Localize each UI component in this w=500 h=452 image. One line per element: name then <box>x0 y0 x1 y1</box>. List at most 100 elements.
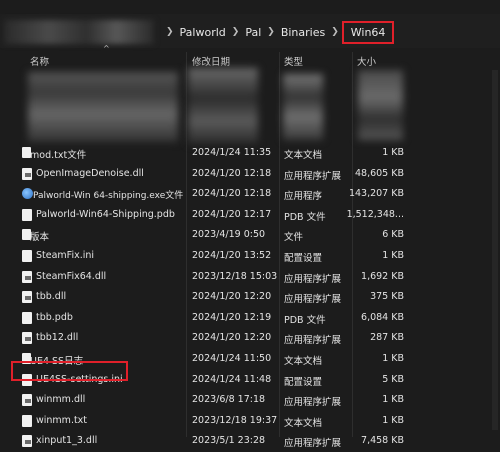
file-size: 1 KB <box>382 394 404 406</box>
dll-file-icon <box>22 394 32 407</box>
list-item-highlighted[interactable]: UE4SS-settings.ini 2024/1/24 11:48 配置设置 … <box>0 370 500 391</box>
file-date: 2024/1/24 11:48 <box>192 373 272 385</box>
breadcrumb-win64[interactable]: Win64 <box>341 20 395 44</box>
dll-file-icon <box>22 291 32 304</box>
file-name: 版本 <box>30 232 50 244</box>
text-file-icon <box>22 414 32 427</box>
file-name: UE4SS-settings.ini <box>36 373 123 385</box>
file-name: SteamFix64.dll <box>36 270 107 282</box>
chevron-right-icon: ❯ <box>331 27 339 37</box>
exe-globe-icon <box>22 188 33 200</box>
file-size: 143,207 KB <box>348 188 404 200</box>
column-header-size[interactable]: 大小 <box>357 54 376 68</box>
chevron-right-icon: ❯ <box>166 27 174 37</box>
file-type: 应用程序扩展 <box>284 397 342 409</box>
ini-file-icon <box>22 373 32 386</box>
file-size: 375 KB <box>370 291 404 303</box>
file-type: 文本文档 <box>284 355 323 367</box>
list-item[interactable]: 版本 2023/4/19 0:50 文件 6 KB <box>0 225 500 246</box>
file-size: 48,605 KB <box>354 167 404 179</box>
file-name: Palworld-Win64-Shipping.pdb <box>36 208 175 220</box>
file-type: PDB 文件 <box>284 314 326 326</box>
file-type: 应用程序扩展 <box>284 438 342 450</box>
list-item[interactable]: OpenImageDenoise.dll 2024/1/20 12:18 应用程… <box>0 164 500 185</box>
list-item[interactable]: winmm.txt 2023/12/18 19:37 文本文档 1 KB <box>0 411 500 432</box>
file-size: 6,084 KB <box>361 311 404 323</box>
file-type: PDB 文件 <box>284 211 326 223</box>
file-size: 1,512,348... <box>346 208 404 220</box>
file-type: 配置设置 <box>284 252 323 264</box>
column-header-type[interactable]: 类型 <box>284 54 303 68</box>
breadcrumb-binaries[interactable]: Binaries <box>281 26 325 39</box>
scrollbar[interactable] <box>492 70 498 430</box>
column-header-date[interactable]: 修改日期 <box>192 54 230 68</box>
list-item[interactable]: SteamFix64.dll 2023/12/18 15:03 应用程序扩展 1… <box>0 267 500 288</box>
file-name: winmm.dll <box>36 394 86 406</box>
file-name: winmm.txt <box>36 414 88 426</box>
list-item[interactable]: tbb.pdb 2024/1/20 12:19 PDB 文件 6,084 KB <box>0 308 500 329</box>
file-name: tbb12.dll <box>36 332 79 344</box>
file-date: 2024/1/20 13:52 <box>192 249 272 261</box>
breadcrumb: ❯ Palworld ❯ Pal ❯ Binaries ❯ Win64 <box>160 20 395 44</box>
breadcrumb-palworld[interactable]: Palworld <box>180 26 226 39</box>
file-size: 1 KB <box>382 147 404 158</box>
list-item[interactable]: UE4 SS日志 2024/1/24 11:50 文本文档 1 KB <box>0 349 500 370</box>
file-name: UE4 SS日志 <box>30 355 84 367</box>
list-item[interactable]: Palworld-Win64-Shipping.pdb 2024/1/20 12… <box>0 205 500 226</box>
breadcrumb-pal[interactable]: Pal <box>245 26 261 39</box>
file-type: 文件 <box>284 232 304 244</box>
address-bar[interactable]: ❯ Palworld ❯ Pal ❯ Binaries ❯ Win64 <box>0 14 500 48</box>
file-date: 2023/6/8 17:18 <box>192 394 266 406</box>
file-date: 2023/4/19 0:50 <box>192 229 266 241</box>
chevron-right-icon: ❯ <box>231 27 240 37</box>
file-size: 1 KB <box>382 414 404 426</box>
dll-file-icon <box>22 167 32 180</box>
file-type: 应用程序扩展 <box>284 294 342 306</box>
file-date: 2023/12/18 15:03 <box>192 270 278 282</box>
list-item[interactable]: tbb12.dll 2024/1/20 12:20 应用程序扩展 287 KB <box>0 328 500 349</box>
file-icon <box>22 311 32 324</box>
file-icon <box>22 208 32 221</box>
list-item[interactable]: xinput1_3.dll 2023/5/1 23:28 应用程序扩展 7,45… <box>0 431 500 452</box>
file-date: 2024/1/20 12:20 <box>192 332 272 344</box>
file-date: 2024/1/20 12:18 <box>192 188 272 200</box>
blurred-path <box>4 20 154 44</box>
list-item[interactable]: mod.txt文件 2024/1/24 11:35 文本文档 1 KB <box>0 143 500 164</box>
file-size: 5 KB <box>382 373 404 385</box>
file-size: 1,692 KB <box>361 270 404 282</box>
file-type: 应用程序扩展 <box>284 335 342 347</box>
list-item[interactable]: Palworld-Win 64-shipping.exe文件 2024/1/20… <box>0 184 500 205</box>
file-date: 2023/12/18 19:37 <box>192 414 278 426</box>
file-type: 应用程序扩展 <box>284 273 342 285</box>
list-item[interactable]: tbb.dll 2024/1/20 12:20 应用程序扩展 375 KB <box>0 287 500 308</box>
ini-file-icon <box>22 249 32 262</box>
file-date: 2024/1/20 12:17 <box>192 208 272 220</box>
file-date: 2024/1/20 12:19 <box>192 311 272 323</box>
file-type: 应用程序 <box>284 191 323 203</box>
file-name: OpenImageDenoise.dll <box>36 167 144 179</box>
file-name: SteamFix.ini <box>36 249 95 261</box>
chevron-right-icon: ❯ <box>267 27 275 37</box>
file-name: mod.txt文件 <box>30 150 87 161</box>
dll-file-icon <box>22 435 32 448</box>
file-size: 1 KB <box>382 352 404 364</box>
file-size: 1 KB <box>382 249 404 261</box>
file-date: 2024/1/24 11:50 <box>192 352 272 364</box>
column-header-name[interactable]: 名称 <box>30 54 49 68</box>
blurred-file-rows <box>28 68 408 146</box>
file-size: 287 KB <box>370 332 404 344</box>
list-item[interactable]: SteamFix.ini 2024/1/20 13:52 配置设置 1 KB <box>0 246 500 267</box>
file-name: Palworld-Win 64-shipping.exe文件 <box>33 191 184 202</box>
file-date: 2024/1/24 11:35 <box>192 147 272 158</box>
file-date: 2024/1/20 12:20 <box>192 291 272 303</box>
file-type: 配置设置 <box>284 376 323 388</box>
file-list: mod.txt文件 2024/1/24 11:35 文本文档 1 KB Open… <box>0 143 500 452</box>
file-type: 应用程序扩展 <box>284 170 342 182</box>
dll-file-icon <box>22 332 32 345</box>
file-name: tbb.dll <box>36 291 67 303</box>
list-item[interactable]: winmm.dll 2023/6/8 17:18 应用程序扩展 1 KB <box>0 390 500 411</box>
file-type: 文本文档 <box>284 150 323 161</box>
sort-up-icon: ^ <box>103 44 110 53</box>
file-date: 2024/1/20 12:18 <box>192 167 272 179</box>
file-name: tbb.pdb <box>36 311 73 323</box>
